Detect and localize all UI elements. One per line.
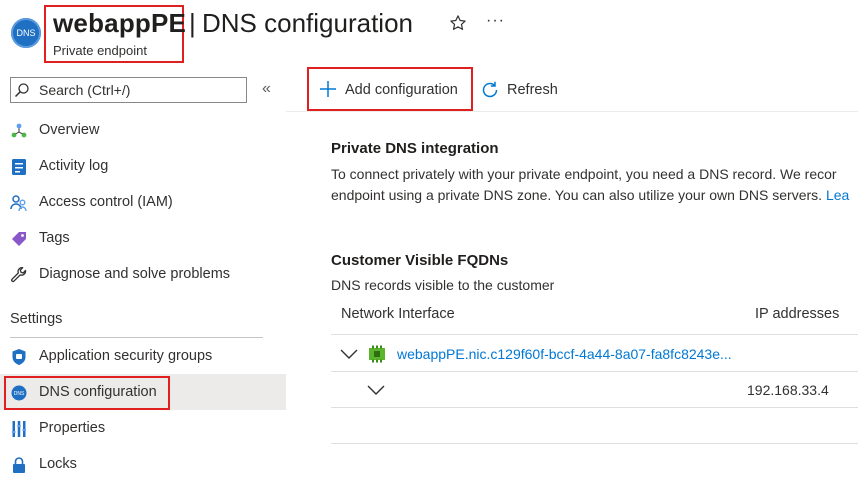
expand-chevron-icon[interactable] [367,383,385,395]
table-row-divider [331,407,858,408]
sidebar-item-iam[interactable]: Access control (IAM) [0,186,286,220]
section-divider [10,337,263,338]
column-header-ip-addresses[interactable]: IP addresses [755,306,839,322]
sidebar-item-label: Tags [39,230,70,246]
fqdn-description: DNS records visible to the customer [331,277,555,293]
table-header-divider [331,334,858,335]
refresh-button[interactable]: Refresh [478,70,568,110]
sidebar-item-activity-log[interactable]: Activity log [0,150,286,184]
dns-description-text: endpoint using a private DNS zone. You c… [331,187,826,203]
plus-icon [318,79,338,104]
network-interface-link[interactable]: webappPE.nic.c129f60f-bccf-4a44-8a07-fa8… [397,346,732,362]
resource-type: Private endpoint [53,43,147,58]
wrench-icon [10,266,28,284]
sidebar-item-label: Application security groups [39,348,213,364]
private-dns-integration-heading: Private DNS integration [331,140,499,157]
learn-more-link[interactable]: Lea [826,187,849,203]
title-separator: | [189,8,196,38]
sidebar-item-properties[interactable]: Properties [0,412,286,446]
sidebar-item-application-security-groups[interactable]: Application security groups [0,340,286,374]
lock-icon [10,456,28,474]
sidebar-item-label: Diagnose and solve problems [39,266,231,282]
page-title: DNS configuration [202,8,413,38]
network-interface-icon [368,345,386,363]
customer-visible-fqdns-heading: Customer Visible FQDNs [331,252,509,269]
refresh-icon [480,80,500,105]
column-header-network-interface[interactable]: Network Interface [341,306,455,322]
sidebar-item-tags[interactable]: Tags [0,222,286,256]
sidebar-item-label: Locks [39,456,77,472]
sidebar-item-label: Activity log [39,158,109,174]
toolbar-divider [286,111,858,112]
search-placeholder: Search (Ctrl+/) [39,82,131,98]
resource-dns-icon: DNS [11,18,41,48]
overview-icon [10,122,28,140]
expand-chevron-icon[interactable] [340,347,358,359]
dns-configuration-highlight-box [4,376,170,410]
sidebar-item-label: Access control (IAM) [39,194,173,210]
dns-description-line1: To connect privately with your private e… [331,166,837,182]
table-row-divider [331,443,858,444]
activity-log-icon [10,158,28,176]
shield-icon [10,348,28,366]
iam-icon [10,194,28,212]
favorite-star-icon[interactable] [449,14,467,37]
sidebar-item-overview[interactable]: Overview [0,114,286,148]
tag-icon [10,230,28,248]
properties-icon [10,420,28,438]
more-options-icon[interactable]: ··· [486,12,505,30]
table-row-divider [331,371,858,372]
sidebar-item-label: Properties [39,420,106,436]
dns-description-line2: endpoint using a private DNS zone. You c… [331,187,849,203]
sidebar-item-label: Overview [39,122,100,138]
settings-section-title: Settings [10,311,63,327]
sidebar-item-diagnose[interactable]: Diagnose and solve problems [0,258,286,292]
resource-name: webappPE [53,8,187,38]
refresh-label: Refresh [507,82,558,98]
ip-address-value: 192.168.33.4 [747,382,829,398]
sidebar-item-locks[interactable]: Locks [0,448,286,482]
search-icon [14,82,30,98]
add-configuration-button[interactable]: Add configuration [309,69,471,109]
collapse-sidebar-icon[interactable]: « [262,80,271,98]
add-configuration-label: Add configuration [345,82,458,98]
